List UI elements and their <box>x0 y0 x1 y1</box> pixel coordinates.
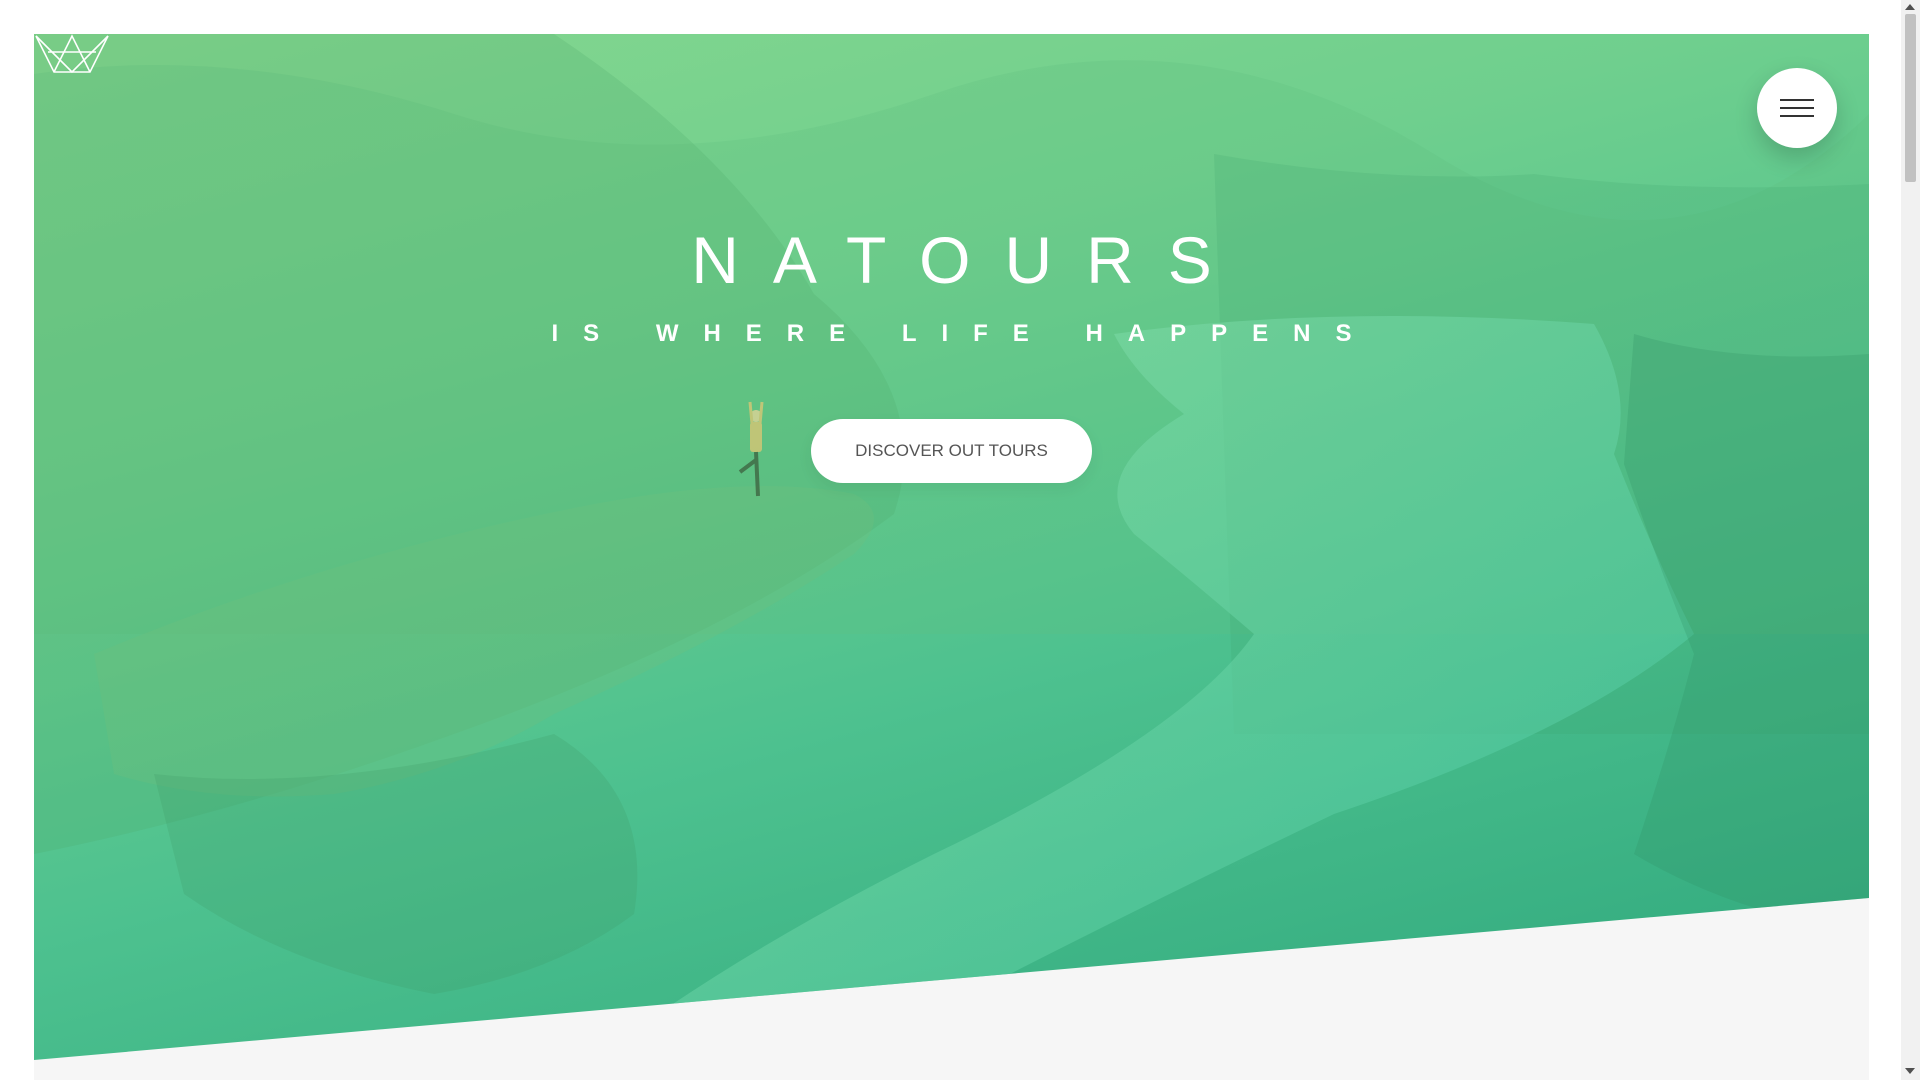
hero-title: NATOURS <box>691 223 1246 297</box>
hamburger-menu-icon-bar <box>1780 107 1814 109</box>
hamburger-menu-icon-bar <box>1780 115 1814 117</box>
page-body: NATOURS IS WHERE LIFE HAPPENS DISCOVER O… <box>34 34 1869 1080</box>
navigation-menu-button[interactable] <box>1757 68 1837 148</box>
hamburger-menu-icon <box>1780 99 1814 101</box>
crown-logo-icon[interactable] <box>34 34 110 74</box>
hero-background-photo <box>34 34 1869 1060</box>
vertical-scrollbar[interactable] <box>1901 0 1920 1080</box>
browser-viewport: NATOURS IS WHERE LIFE HAPPENS DISCOVER O… <box>0 0 1920 1080</box>
hero-header: NATOURS IS WHERE LIFE HAPPENS DISCOVER O… <box>34 34 1869 1060</box>
hero-subtitle: IS WHERE LIFE HAPPENS <box>551 320 1377 347</box>
scrollbar-thumb[interactable] <box>1905 14 1916 182</box>
scroll-down-arrow-icon[interactable] <box>1905 1068 1915 1074</box>
scroll-up-arrow-icon[interactable] <box>1905 4 1915 10</box>
discover-tours-button[interactable]: DISCOVER OUT TOURS <box>811 419 1092 483</box>
